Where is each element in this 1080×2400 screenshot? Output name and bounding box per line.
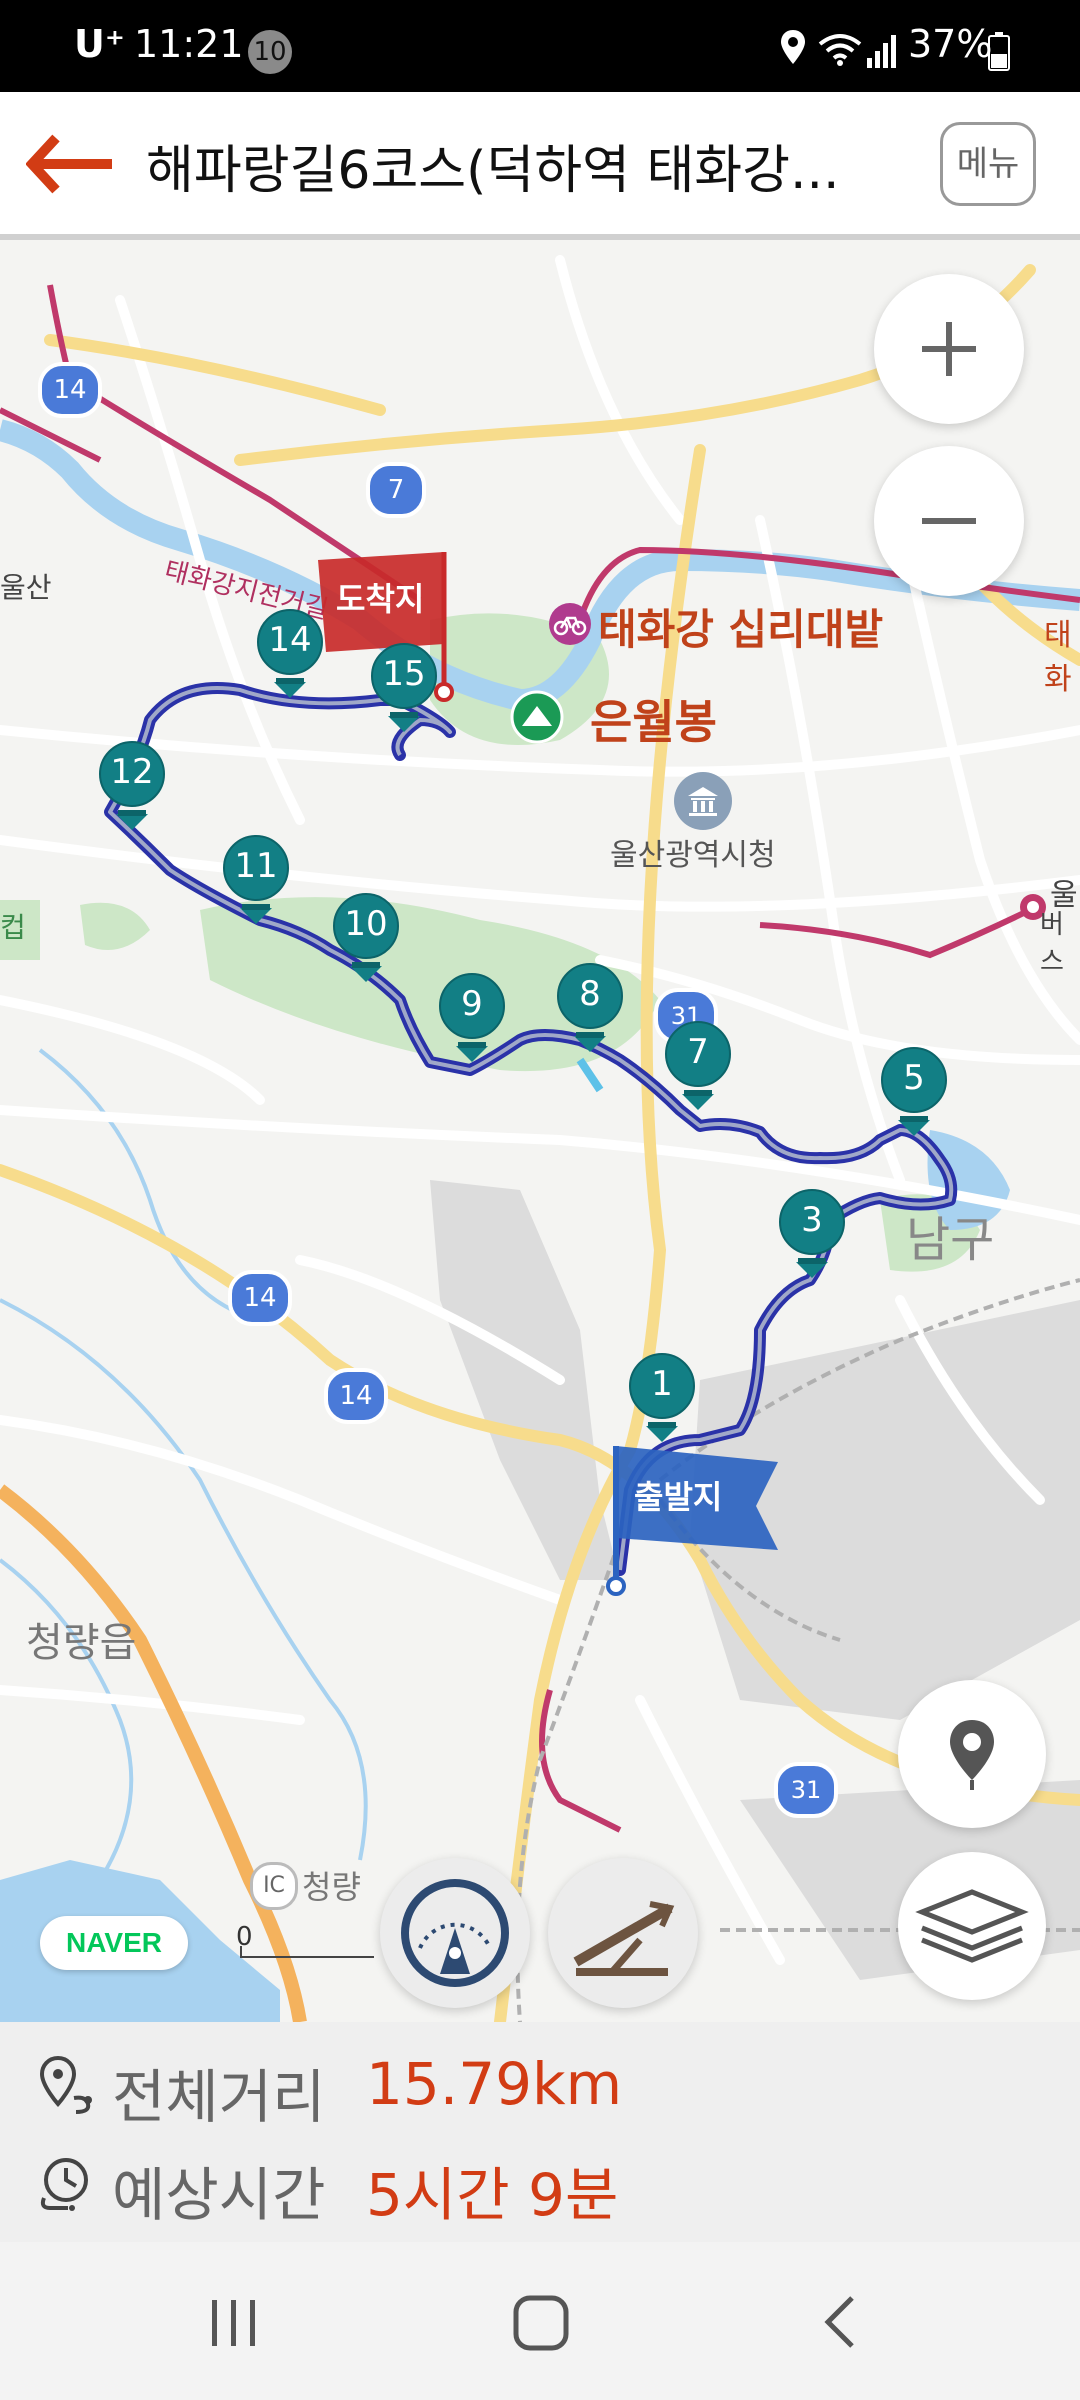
signal-icon bbox=[866, 34, 896, 72]
route-shield: 14 bbox=[38, 362, 102, 418]
mountain-icon bbox=[510, 690, 564, 748]
back-arrow-icon[interactable] bbox=[25, 134, 116, 198]
waypoint-marker[interactable]: 10 bbox=[332, 892, 400, 982]
waypoint-number: 15 bbox=[382, 654, 426, 694]
route-shield: 7 bbox=[366, 462, 426, 518]
map-view[interactable]: 14 7 31 14 14 31 울산 태화강지전거길 태화강 십리대밭 은월봉… bbox=[0, 240, 1080, 2022]
speedometer-icon bbox=[401, 1879, 509, 1987]
time-label: 예상시간 bbox=[112, 2161, 326, 2229]
place-label: 청량읍 bbox=[26, 1620, 137, 1666]
distance-row: 전체거리 15.79km bbox=[36, 2044, 1036, 2131]
back-icon bbox=[824, 2296, 854, 2348]
waypoint-number: 1 bbox=[651, 1364, 673, 1404]
clock-icon bbox=[36, 2152, 98, 2218]
layers-icon bbox=[915, 1889, 1029, 1963]
route-distance-icon bbox=[36, 2054, 98, 2120]
minus-icon bbox=[922, 518, 976, 524]
top-bar: 해파랑길6코스(덕하역 태화강... 메뉴 bbox=[0, 92, 1080, 240]
waypoint-marker[interactable]: 12 bbox=[98, 740, 166, 830]
place-label: 울산 bbox=[0, 571, 52, 604]
ic-badge: IC bbox=[250, 1862, 298, 1910]
back-button[interactable] bbox=[820, 2294, 860, 2354]
speed-button[interactable] bbox=[380, 1858, 530, 2008]
menu-button[interactable]: 메뉴 bbox=[940, 122, 1036, 206]
stream bbox=[0, 1298, 368, 1861]
waypoint-number: 9 bbox=[461, 984, 483, 1024]
waypoint-number: 8 bbox=[579, 974, 601, 1014]
end-flag-label: 도착지 bbox=[336, 580, 425, 618]
route-shield: 31 bbox=[774, 1762, 838, 1818]
place-label: 태화강 십리대밭 bbox=[598, 605, 884, 654]
route-shield: 14 bbox=[324, 1368, 388, 1424]
place-label: 버스 bbox=[1040, 910, 1064, 977]
waypoint-number: 11 bbox=[234, 846, 278, 886]
park-area bbox=[80, 902, 150, 950]
page-title: 해파랑길6코스(덕하역 태화강... bbox=[146, 141, 840, 201]
place-label: 남구 bbox=[906, 1212, 995, 1268]
battery-icon bbox=[988, 32, 1010, 76]
current-location-button[interactable] bbox=[898, 1680, 1046, 1828]
place-label: 컵 bbox=[0, 911, 26, 944]
naver-logo: NAVER bbox=[40, 1916, 188, 1970]
waypoint-marker[interactable]: 5 bbox=[880, 1046, 948, 1136]
elevation-icon bbox=[573, 1901, 675, 1976]
waypoint-number: 7 bbox=[687, 1032, 709, 1072]
waypoint-number: 3 bbox=[801, 1200, 823, 1240]
battery-percent: 37% bbox=[908, 22, 993, 66]
waypoint-marker[interactable]: 8 bbox=[556, 962, 624, 1052]
home-button[interactable] bbox=[512, 2294, 570, 2356]
clock: 11:21 bbox=[134, 22, 244, 66]
zoom-in-button[interactable] bbox=[874, 274, 1024, 424]
waypoint-marker[interactable]: 1 bbox=[628, 1352, 696, 1442]
stream bbox=[576, 1057, 604, 1093]
scale-bar: 0 bbox=[236, 1922, 376, 1962]
system-nav-bar bbox=[0, 2242, 1080, 2400]
waypoint-number: 5 bbox=[903, 1058, 925, 1098]
recent-apps-button[interactable] bbox=[206, 2296, 262, 2354]
notification-badge: 10 bbox=[248, 30, 292, 74]
scale-label: 0 bbox=[236, 1922, 253, 1952]
place-label: 태화 bbox=[1044, 618, 1072, 697]
home-icon bbox=[513, 2295, 569, 2351]
plus-icon bbox=[922, 322, 976, 376]
zoom-out-button[interactable] bbox=[874, 446, 1024, 596]
start-flag-label: 출발지 bbox=[634, 1478, 723, 1516]
waypoint-marker[interactable]: 7 bbox=[664, 1020, 732, 1110]
waypoint-marker[interactable]: 15 bbox=[370, 642, 438, 732]
carrier-label: U⁺ bbox=[74, 22, 125, 66]
place-label: 울산광역시청 bbox=[610, 838, 776, 873]
distance-value: 15.79km bbox=[366, 2050, 623, 2118]
waypoint-marker[interactable]: 9 bbox=[438, 972, 506, 1062]
waypoint-marker[interactable]: 3 bbox=[778, 1188, 846, 1278]
route-info-panel: 전체거리 15.79km 예상시간 5시간 9분 bbox=[0, 2022, 1080, 2242]
city-hall-icon bbox=[672, 770, 734, 836]
place-label: 청량 bbox=[302, 1868, 361, 1906]
status-bar: U⁺ 11:21 10 37% bbox=[0, 0, 1080, 92]
start-flag: 출발지 bbox=[606, 1446, 786, 1610]
waypoint-marker[interactable]: 14 bbox=[256, 608, 324, 698]
waypoint-number: 10 bbox=[344, 904, 388, 944]
location-icon bbox=[778, 28, 808, 70]
waypoint-number: 14 bbox=[268, 620, 312, 660]
distance-label: 전체거리 bbox=[112, 2063, 326, 2131]
map-layers-button[interactable] bbox=[898, 1852, 1046, 2000]
waypoint-number: 12 bbox=[110, 752, 154, 792]
location-pin-icon bbox=[950, 1720, 994, 1790]
recent-apps-icon bbox=[212, 2300, 255, 2346]
wifi-icon bbox=[818, 32, 862, 70]
time-value: 5시간 9분 bbox=[366, 2161, 619, 2229]
route-shield: 14 bbox=[228, 1270, 292, 1326]
place-label: 은월봉 bbox=[590, 695, 717, 749]
time-row: 예상시간 5시간 9분 bbox=[36, 2142, 1036, 2229]
waypoint-marker[interactable]: 11 bbox=[222, 834, 290, 924]
bicycle-icon bbox=[548, 602, 592, 650]
elevation-button[interactable] bbox=[548, 1858, 698, 2008]
